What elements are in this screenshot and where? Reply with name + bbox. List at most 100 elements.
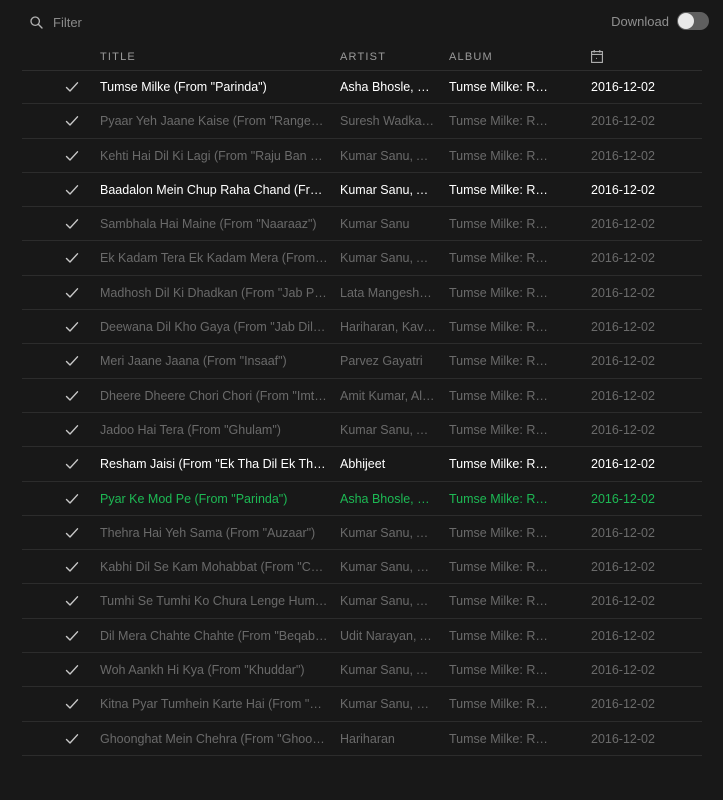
track-artist[interactable]: Hariharan, Kavit... — [340, 320, 436, 334]
track-date-added: 2016-12-02 — [591, 148, 655, 163]
track-album[interactable]: Tumse Milke: Ro... — [449, 697, 549, 711]
track-album[interactable]: Tumse Milke: Ro... — [449, 732, 549, 746]
column-date-added[interactable] — [591, 50, 603, 66]
track-artist[interactable]: Kumar Sanu, Alk... — [340, 251, 436, 265]
track-list: Tumse Milke (From "Parinda") Asha Bhosle,… — [22, 70, 702, 756]
top-bar: Download — [0, 0, 723, 44]
track-album[interactable]: Tumse Milke: Ro... — [449, 251, 549, 265]
track-date-added: 2016-12-02 — [591, 388, 655, 403]
track-title: Tumse Milke (From "Parinda") — [100, 80, 267, 94]
track-row[interactable]: Ghoonghat Mein Chehra (From "Ghoon... Har… — [22, 722, 702, 756]
track-album[interactable]: Tumse Milke: Ro... — [449, 389, 549, 403]
track-row[interactable]: Pyaar Yeh Jaane Kaise (From "Rangeela") S… — [22, 104, 702, 139]
track-date-added: 2016-12-02 — [591, 182, 655, 197]
track-date-added: 2016-12-02 — [591, 80, 655, 94]
track-artist[interactable]: Hariharan — [340, 732, 436, 746]
download-toggle[interactable] — [677, 12, 709, 30]
track-title: Kabhi Dil Se Kam Mohabbat (From "Cha... — [100, 560, 328, 575]
track-row[interactable]: Baadalon Mein Chup Raha Chand (From... Ku… — [22, 173, 702, 208]
track-album[interactable]: Tumse Milke: Ro... — [449, 114, 549, 128]
track-row[interactable]: Jadoo Hai Tera (From "Ghulam") Kumar Sanu… — [22, 413, 702, 448]
track-date-added: 2016-12-02 — [591, 697, 655, 712]
track-row[interactable]: Dil Mera Chahte Chahte (From "Beqabu") Ud… — [22, 619, 702, 654]
track-title: Resham Jaisi (From "Ek Tha Dil Ek Thi D.… — [100, 457, 328, 472]
track-album[interactable]: Tumse Milke: Ro... — [449, 320, 549, 334]
track-artist[interactable]: Abhijeet — [340, 457, 436, 471]
check-icon — [65, 82, 79, 92]
track-row[interactable]: Madhosh Dil Ki Dhadkan (From "Jab Pya...… — [22, 276, 702, 311]
track-title: Kehti Hai Dil Ki Lagi (From "Raju Ban Ga… — [100, 148, 328, 163]
track-artist[interactable]: Suresh Wadkar, ... — [340, 114, 436, 128]
track-artist[interactable]: Udit Narayan, Al... — [340, 629, 436, 643]
track-album[interactable]: Tumse Milke: Ro... — [449, 80, 549, 94]
track-row[interactable]: Deewana Dil Kho Gaya (From "Jab Dil Ki..… — [22, 310, 702, 345]
track-artist[interactable]: Amit Kumar, Alk... — [340, 389, 436, 403]
track-album[interactable]: Tumse Milke: Ro... — [449, 423, 549, 437]
check-icon — [65, 527, 79, 538]
track-artist[interactable]: Kumar Sanu — [340, 217, 436, 231]
track-date-added: 2016-12-02 — [591, 731, 655, 746]
track-row[interactable]: Sambhala Hai Maine (From "Naaraaz") Kumar… — [22, 207, 702, 242]
track-album[interactable]: Tumse Milke: Ro... — [449, 457, 549, 471]
check-icon — [65, 219, 79, 229]
track-row[interactable]: Kitna Pyar Tumhein Karte Hai (From "Ek .… — [22, 687, 702, 722]
track-album[interactable]: Tumse Milke: Ro... — [449, 492, 549, 506]
track-album[interactable]: Tumse Milke: Ro... — [449, 286, 549, 300]
track-date-added: 2016-12-02 — [591, 457, 655, 472]
column-title[interactable]: TITLE — [100, 51, 136, 63]
track-artist[interactable]: Kumar Sanu, Sa... — [340, 560, 436, 574]
track-title: Jadoo Hai Tera (From "Ghulam") — [100, 422, 281, 437]
track-date-added: 2016-12-02 — [591, 594, 655, 609]
track-album[interactable]: Tumse Milke: Ro... — [449, 594, 549, 608]
track-title: Dheere Dheere Chori Chori (From "Imtih..… — [100, 388, 328, 403]
track-artist[interactable]: Asha Bhosle, Su... — [340, 492, 436, 506]
track-artist[interactable]: Kumar Sanu, Alk... — [340, 594, 436, 608]
track-artist[interactable]: Asha Bhosle, Su... — [340, 80, 436, 94]
track-date-added: 2016-12-02 — [591, 285, 655, 300]
track-row[interactable]: Tumhi Se Tumhi Ko Chura Lenge Hum (F... K… — [22, 584, 702, 619]
track-album[interactable]: Tumse Milke: Ro... — [449, 560, 549, 574]
track-date-added: 2016-12-02 — [591, 320, 655, 335]
track-title: Dil Mera Chahte Chahte (From "Beqabu") — [100, 628, 328, 643]
track-title: Woh Aankh Hi Kya (From "Khuddar") — [100, 663, 305, 678]
track-row[interactable]: Meri Jaane Jaana (From "Insaaf") Parvez G… — [22, 344, 702, 379]
search-icon — [30, 15, 43, 29]
track-row[interactable]: Pyar Ke Mod Pe (From "Parinda") Asha Bhos… — [22, 482, 702, 516]
track-row[interactable]: Kabhi Dil Se Kam Mohabbat (From "Cha... K… — [22, 550, 702, 585]
track-artist[interactable]: Lata Mangeshka... — [340, 286, 436, 300]
track-artist[interactable]: Kumar Sanu, Alk... — [340, 526, 436, 540]
track-album[interactable]: Tumse Milke: Ro... — [449, 629, 549, 643]
track-row[interactable]: Thehra Hai Yeh Sama (From "Auzaar") Kumar… — [22, 516, 702, 551]
track-artist[interactable]: Parvez Gayatri — [340, 354, 436, 368]
track-artist[interactable]: Kumar Sanu, Alk... — [340, 183, 436, 197]
filter-box[interactable] — [30, 12, 235, 32]
track-title: Baadalon Mein Chup Raha Chand (From... — [100, 182, 328, 197]
track-title: Ghoonghat Mein Chehra (From "Ghoon... — [100, 731, 328, 746]
track-row[interactable]: Tumse Milke (From "Parinda") Asha Bhosle,… — [22, 70, 702, 105]
track-album[interactable]: Tumse Milke: Ro... — [449, 183, 549, 197]
check-icon — [65, 287, 79, 298]
check-icon — [65, 493, 79, 504]
track-date-added: 2016-12-02 — [591, 114, 655, 129]
track-artist[interactable]: Kumar Sanu, Alk... — [340, 663, 436, 677]
track-artist[interactable]: Kumar Sanu, Sa... — [340, 697, 436, 711]
track-album[interactable]: Tumse Milke: Ro... — [449, 149, 549, 163]
track-row[interactable]: Resham Jaisi (From "Ek Tha Dil Ek Thi D.… — [22, 447, 702, 482]
check-icon — [65, 425, 79, 435]
check-icon — [65, 733, 79, 744]
track-artist[interactable]: Kumar Sanu, Alk... — [340, 423, 436, 437]
track-album[interactable]: Tumse Milke: Ro... — [449, 663, 549, 677]
track-album[interactable]: Tumse Milke: Ro... — [449, 526, 549, 540]
track-artist[interactable]: Kumar Sanu, Alk... — [340, 149, 436, 163]
track-row[interactable]: Dheere Dheere Chori Chori (From "Imtih..… — [22, 379, 702, 413]
track-row[interactable]: Woh Aankh Hi Kya (From "Khuddar") Kumar S… — [22, 653, 702, 688]
filter-input[interactable] — [51, 13, 235, 31]
track-album[interactable]: Tumse Milke: Ro... — [449, 354, 549, 368]
track-row[interactable]: Kehti Hai Dil Ki Lagi (From "Raju Ban Ga… — [22, 139, 702, 173]
track-row[interactable]: Ek Kadam Tera Ek Kadam Mera (From "... Ku… — [22, 241, 702, 276]
column-album[interactable]: ALBUM — [449, 51, 493, 63]
column-artist[interactable]: ARTIST — [340, 51, 386, 63]
track-album[interactable]: Tumse Milke: Ro... — [449, 217, 549, 231]
check-icon — [65, 184, 79, 195]
check-icon — [65, 596, 79, 607]
